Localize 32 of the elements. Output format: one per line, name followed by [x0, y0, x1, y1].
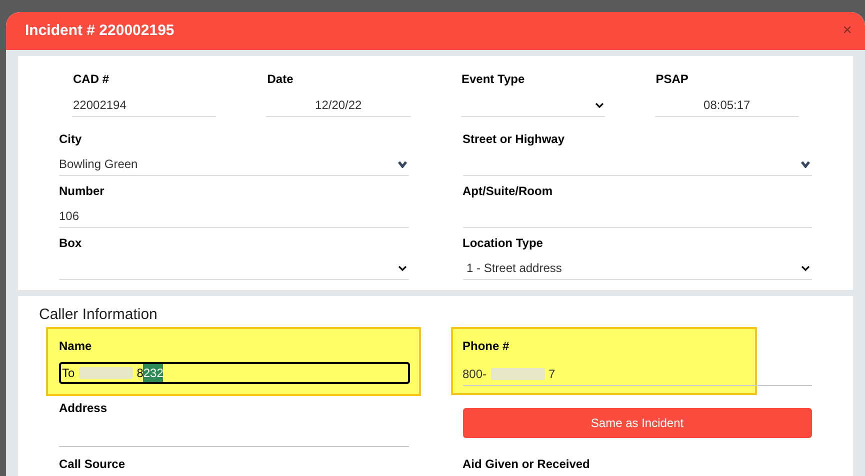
field-label: Event Type — [460, 71, 526, 88]
chevron-down-icon — [398, 264, 406, 272]
field-label: Phone # — [462, 338, 510, 354]
input-field[interactable]: 22002194 — [72, 94, 216, 117]
field-label: Apt/Suite/Room — [462, 183, 554, 200]
field-label: Aid Given or Received — [462, 456, 591, 472]
field-label: Date — [266, 71, 294, 88]
combo-field[interactable]: Bowling Green — [59, 153, 408, 176]
input-field[interactable]: 12/20/22 — [266, 94, 410, 117]
field-label: City — [59, 131, 83, 148]
field-label: CAD # — [72, 71, 110, 88]
chevron-down-icon — [594, 102, 604, 108]
field-label: Address — [59, 400, 108, 416]
name-field[interactable]: To 8232 — [59, 362, 410, 384]
field-label: Street or Highway — [462, 131, 566, 148]
field-label: Name — [59, 338, 93, 354]
input-field[interactable]: 08:05:17 — [654, 94, 799, 117]
redaction-block — [490, 368, 545, 380]
field-label: Number — [59, 183, 106, 200]
select-field[interactable]: 1 - Street address — [462, 257, 812, 280]
chevron-down-icon — [398, 160, 406, 168]
redaction-block — [78, 366, 133, 378]
modal-title: Incident # 220002195 — [25, 20, 174, 41]
section-heading: Caller Information — [39, 305, 158, 325]
chevron-down-icon — [801, 264, 810, 272]
phone-field[interactable]: 800- 7 — [462, 364, 812, 386]
chevron-down-icon — [801, 160, 810, 168]
input-field[interactable]: 106 — [59, 205, 408, 228]
field-label: Location Type — [462, 235, 544, 252]
field-label: Call Source — [59, 456, 126, 472]
field-label: Box — [59, 235, 83, 252]
field-label: PSAP — [654, 71, 690, 88]
